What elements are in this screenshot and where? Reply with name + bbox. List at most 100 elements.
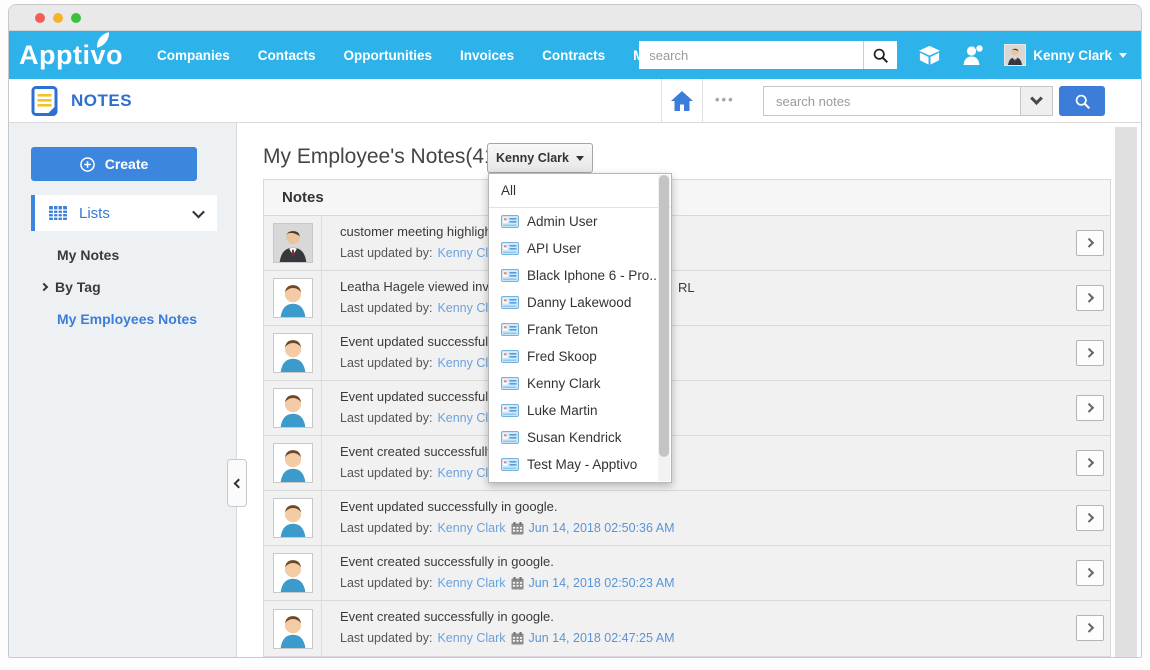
create-label: Create (105, 156, 149, 172)
table-row[interactable]: Event created successfully in google. La… (264, 436, 1110, 491)
contact-card-icon (501, 350, 519, 363)
notes-search (763, 86, 1053, 116)
chevron-right-icon (1084, 622, 1094, 632)
note-byline: Last updated by: Kenny Clark Jun 14, 201… (340, 631, 1110, 645)
minimize-window-button[interactable] (53, 13, 63, 23)
content-scrollbar[interactable] (1115, 127, 1137, 657)
nav-item-invoices[interactable]: Invoices (448, 40, 526, 71)
avatar (273, 609, 313, 649)
sidebar-item-by-tag[interactable]: By Tag (41, 279, 101, 295)
dropdown-item[interactable]: Fred Skoop (489, 343, 671, 370)
table-row[interactable]: Event updated successfully in google. La… (264, 381, 1110, 436)
home-icon (670, 90, 694, 112)
open-note-button[interactable] (1076, 615, 1104, 641)
sidebar-item-my-employees-notes[interactable]: My Employees Notes (57, 311, 197, 327)
note-title: Leatha Hagele viewed invoice (340, 279, 1110, 294)
close-window-button[interactable] (35, 13, 45, 23)
open-note-button[interactable] (1076, 395, 1104, 421)
sidebar-item-my-notes[interactable]: My Notes (57, 247, 119, 263)
global-search-button[interactable] (863, 41, 897, 69)
open-note-button[interactable] (1076, 230, 1104, 256)
chevron-down-icon (1119, 53, 1127, 58)
dropdown-item[interactable]: API User (489, 235, 671, 262)
avatar-cell (264, 436, 322, 490)
nav-item-companies[interactable]: Companies (145, 40, 242, 71)
note-byline: Last updated by: Kenny Clark (340, 301, 1110, 315)
zoom-window-button[interactable] (71, 13, 81, 23)
open-note-button[interactable] (1076, 560, 1104, 586)
table-row[interactable]: Event created successfully in google. La… (264, 601, 1110, 656)
table-row[interactable]: Event updated successfully in google. La… (264, 491, 1110, 546)
table-row[interactable]: Event created successfully in google. La… (264, 546, 1110, 601)
home-button[interactable] (661, 79, 703, 122)
chevron-right-icon (1084, 512, 1094, 522)
plus-circle-icon (80, 157, 95, 172)
chevron-right-icon (1084, 567, 1094, 577)
row-text: Leatha Hagele viewed invoice Last update… (322, 271, 1110, 325)
avatar-cell (264, 546, 322, 600)
open-note-button[interactable] (1076, 450, 1104, 476)
more-options-button[interactable]: ••• (715, 92, 735, 107)
dropdown-item[interactable]: Test May - Apptivo (489, 451, 671, 478)
note-date-link[interactable]: Jun 14, 2018 02:47:25 AM (529, 631, 675, 645)
updated-by-link[interactable]: Kenny Clark (437, 576, 505, 590)
box-icon (917, 44, 942, 67)
table-row[interactable]: Event updated successfully in google. La… (264, 326, 1110, 381)
person-icon (962, 44, 984, 66)
dropdown-item[interactable]: Frank Teton (489, 316, 671, 343)
notes-search-options-button[interactable] (1020, 87, 1052, 115)
nav-menu: Companies Contacts Opportunities Invoice… (145, 40, 691, 71)
app-store-button[interactable] (917, 44, 942, 67)
note-date-link[interactable]: Jun 14, 2018 02:50:23 AM (529, 576, 675, 590)
chevron-down-icon[interactable] (192, 205, 205, 218)
nav-right: Kenny Clark (639, 31, 1127, 79)
dropdown-item-label: Susan Kendrick (527, 430, 622, 445)
dropdown-item[interactable]: Black Iphone 6 - Pro... (489, 262, 671, 289)
dropdown-item[interactable]: Danny Lakewood (489, 289, 671, 316)
dropdown-scrollbar-thumb[interactable] (659, 175, 669, 457)
sidebar-lists[interactable]: Lists (31, 195, 217, 231)
employee-filter-button[interactable]: Kenny Clark (487, 143, 593, 173)
nav-item-contracts[interactable]: Contracts (530, 40, 617, 71)
contact-card-icon (501, 215, 519, 228)
app-bar: NOTES ••• (9, 79, 1141, 123)
dropdown-scrollbar[interactable] (658, 175, 670, 481)
note-title: Event created successfully in google. (340, 609, 1110, 624)
dropdown-item-label: Fred Skoop (527, 349, 597, 364)
dropdown-item-label: Test May - Apptivo (527, 457, 637, 472)
nav-item-contacts[interactable]: Contacts (246, 40, 328, 71)
screen: Apptivo Companies Contacts Opportunities… (0, 0, 1150, 670)
updated-by-link[interactable]: Kenny Clark (437, 521, 505, 535)
row-text: Event updated successfully in google. La… (322, 491, 1110, 545)
nav-item-opportunities[interactable]: Opportunities (332, 40, 445, 71)
open-note-button[interactable] (1076, 505, 1104, 531)
note-title: Event updated successfully in google. (340, 334, 1110, 349)
table-row[interactable]: Leatha Hagele viewed invoice Last update… (264, 271, 1110, 326)
dropdown-item[interactable]: Luke Martin (489, 397, 671, 424)
dropdown-item-label: Luke Martin (527, 403, 598, 418)
note-title-overflow: RL (678, 280, 695, 295)
apptivo-logo[interactable]: Apptivo (19, 40, 123, 71)
dropdown-item[interactable]: Admin User (489, 208, 671, 235)
create-button[interactable]: Create (31, 147, 197, 181)
updated-by-link[interactable]: Kenny Clark (437, 631, 505, 645)
dropdown-item-all[interactable]: All (489, 174, 671, 208)
global-search-input[interactable] (639, 41, 863, 69)
notes-search-button[interactable] (1059, 86, 1105, 116)
avatar (273, 333, 313, 373)
table-row[interactable]: customer meeting highlights Last updated… (264, 216, 1110, 271)
people-button[interactable] (962, 44, 984, 66)
open-note-button[interactable] (1076, 285, 1104, 311)
dropdown-item[interactable]: Susan Kendrick (489, 424, 671, 451)
note-date-link[interactable]: Jun 14, 2018 02:50:36 AM (529, 521, 675, 535)
dropdown-item-label: Danny Lakewood (527, 295, 631, 310)
sidebar-collapse-handle[interactable] (227, 459, 247, 507)
user-menu[interactable]: Kenny Clark (1004, 44, 1127, 66)
notes-search-input[interactable] (764, 87, 1020, 115)
dropdown-item[interactable]: Kenny Clark (489, 370, 671, 397)
contact-card-icon (501, 458, 519, 471)
open-note-button[interactable] (1076, 340, 1104, 366)
note-byline: Last updated by: Kenny Clark (340, 466, 1110, 480)
avatar-cell (264, 601, 322, 656)
leaf-icon (94, 31, 113, 48)
